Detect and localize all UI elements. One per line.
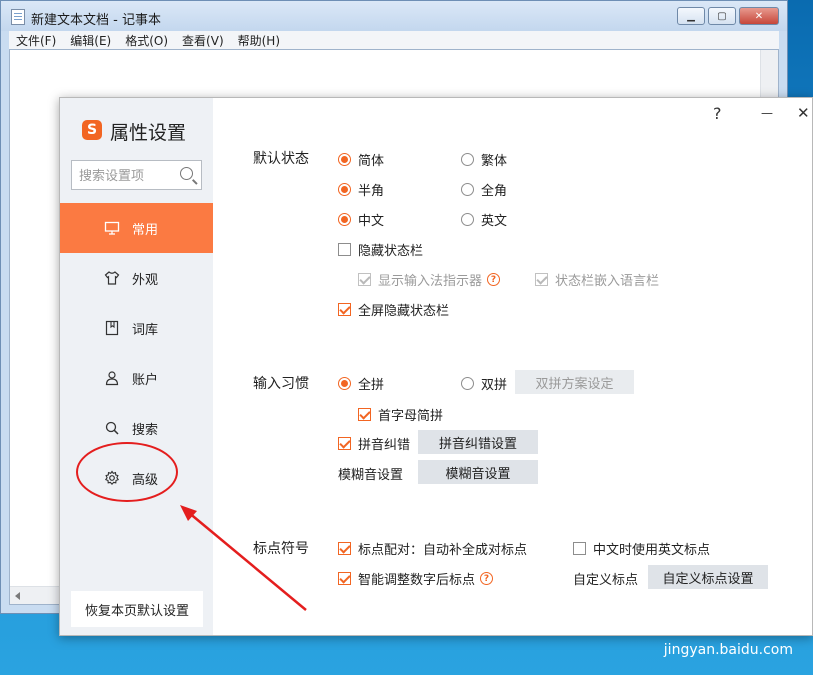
annotation-arrow bbox=[180, 505, 307, 611]
watermark-url: jingyan.baidu.com bbox=[663, 642, 793, 658]
baidu-watermark: Baidu经验 bbox=[588, 592, 769, 632]
